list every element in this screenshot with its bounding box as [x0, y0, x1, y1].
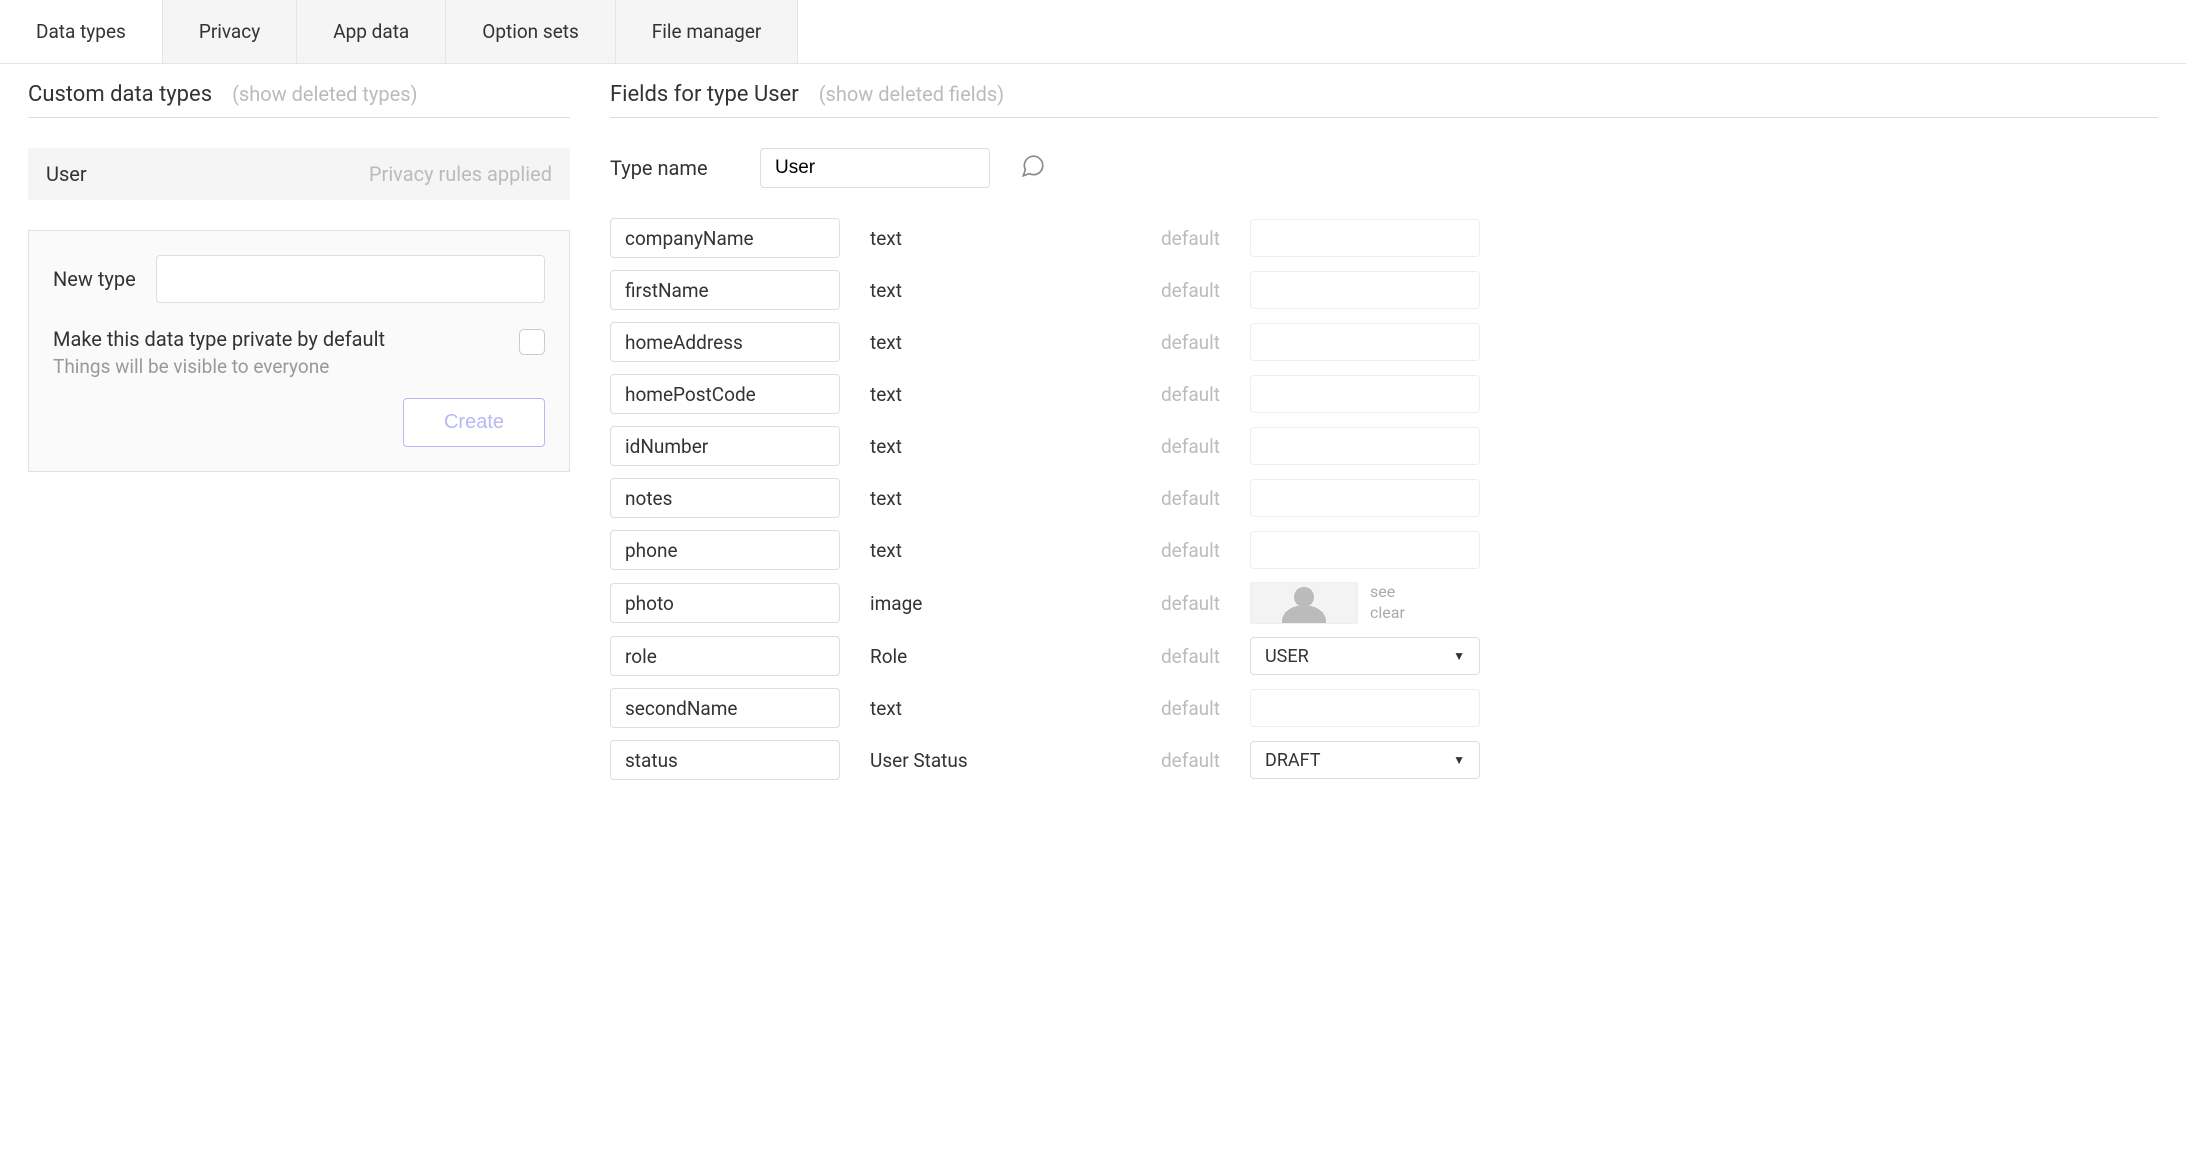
type-item-note: Privacy rules applied — [369, 162, 552, 186]
tab-file-manager[interactable]: File manager — [616, 0, 799, 63]
image-see-link[interactable]: see — [1370, 582, 1405, 603]
field-default-label: default — [1150, 227, 1220, 250]
field-row: role Role default USER ▼ — [610, 636, 2158, 676]
field-name-input[interactable]: idNumber — [610, 426, 840, 466]
field-type-label: text — [870, 435, 1120, 458]
new-type-input[interactable] — [156, 255, 545, 303]
fields-list: companyName text default firstName text defau… — [610, 218, 2158, 780]
custom-types-header: Custom data types (show deleted types) — [28, 82, 570, 118]
field-type-label: text — [870, 383, 1120, 406]
field-name-input[interactable]: companyName — [610, 218, 840, 258]
field-name-input[interactable]: firstName — [610, 270, 840, 310]
tab-option-sets[interactable]: Option sets — [446, 0, 616, 63]
image-clear-link[interactable]: clear — [1370, 603, 1405, 624]
field-type-label: text — [870, 227, 1120, 250]
field-row: homeAddress text default — [610, 322, 2158, 362]
field-row: phone text default — [610, 530, 2158, 570]
type-item-user[interactable]: User Privacy rules applied — [28, 148, 570, 200]
fields-panel: Fields for type User (show deleted field… — [610, 64, 2186, 792]
field-default-label: default — [1150, 383, 1220, 406]
field-default-label: default — [1150, 749, 1220, 772]
field-default-image: seeclear — [1250, 582, 1405, 624]
field-type-label: text — [870, 697, 1120, 720]
field-default-label: default — [1150, 279, 1220, 302]
field-name-input[interactable]: homeAddress — [610, 322, 840, 362]
private-checkbox[interactable] — [519, 329, 545, 355]
image-links: seeclear — [1370, 582, 1405, 624]
fields-title: Fields for type User — [610, 82, 799, 107]
field-name-input[interactable]: phone — [610, 530, 840, 570]
tab-data-types[interactable]: Data types — [0, 0, 163, 63]
tab-app-data[interactable]: App data — [297, 0, 446, 63]
field-type-label: Role — [870, 645, 1120, 668]
new-type-label: New type — [53, 267, 136, 291]
field-type-label: text — [870, 279, 1120, 302]
field-default-label: default — [1150, 697, 1220, 720]
field-default-input[interactable] — [1250, 219, 1480, 257]
field-name-input[interactable]: notes — [610, 478, 840, 518]
field-row: homePostCode text default — [610, 374, 2158, 414]
field-default-label: default — [1150, 331, 1220, 354]
private-text-block: Make this data type private by default T… — [53, 327, 385, 378]
tab-privacy[interactable]: Privacy — [163, 0, 297, 63]
private-label: Make this data type private by default — [53, 327, 385, 351]
field-row: firstName text default — [610, 270, 2158, 310]
field-type-label: text — [870, 331, 1120, 354]
field-name-input[interactable]: status — [610, 740, 840, 780]
field-name-input[interactable]: photo — [610, 583, 840, 623]
typename-label: Type name — [610, 156, 730, 180]
create-button[interactable]: Create — [403, 398, 545, 447]
field-default-input[interactable] — [1250, 375, 1480, 413]
field-name-input[interactable]: role — [610, 636, 840, 676]
typename-row: Type name — [610, 148, 2158, 188]
private-sublabel: Things will be visible to everyone — [53, 355, 385, 378]
field-default-label: default — [1150, 487, 1220, 510]
typename-input[interactable] — [760, 148, 990, 188]
field-default-input[interactable] — [1250, 427, 1480, 465]
field-default-input[interactable] — [1250, 479, 1480, 517]
field-row: status User Status default DRAFT ▼ — [610, 740, 2158, 780]
field-default-select[interactable]: DRAFT ▼ — [1250, 741, 1480, 779]
fields-header: Fields for type User (show deleted field… — [610, 82, 2158, 118]
field-row: notes text default — [610, 478, 2158, 518]
field-row: photo image default seeclear — [610, 582, 2158, 624]
field-row: secondName text default — [610, 688, 2158, 728]
field-type-label: image — [870, 592, 1120, 615]
field-name-input[interactable]: homePostCode — [610, 374, 840, 414]
content: Custom data types (show deleted types) U… — [0, 64, 2186, 792]
field-default-value: USER — [1265, 646, 1309, 667]
field-default-label: default — [1150, 592, 1220, 615]
image-thumbnail[interactable] — [1250, 582, 1358, 624]
new-type-box: New type Make this data type private by … — [28, 230, 570, 472]
type-item-name: User — [46, 162, 87, 186]
field-default-label: default — [1150, 645, 1220, 668]
chevron-down-icon: ▼ — [1453, 649, 1465, 663]
field-default-input[interactable] — [1250, 323, 1480, 361]
field-default-input[interactable] — [1250, 271, 1480, 309]
field-default-input[interactable] — [1250, 531, 1480, 569]
tabs-bar: Data typesPrivacyApp dataOption setsFile… — [0, 0, 2186, 64]
field-row: idNumber text default — [610, 426, 2158, 466]
field-default-label: default — [1150, 539, 1220, 562]
field-type-label: User Status — [870, 749, 1120, 772]
field-default-select[interactable]: USER ▼ — [1250, 637, 1480, 675]
field-name-input[interactable]: secondName — [610, 688, 840, 728]
show-deleted-fields-link[interactable]: (show deleted fields) — [819, 82, 1004, 106]
field-default-label: default — [1150, 435, 1220, 458]
chevron-down-icon: ▼ — [1453, 753, 1465, 767]
field-type-label: text — [870, 487, 1120, 510]
show-deleted-types-link[interactable]: (show deleted types) — [232, 82, 417, 106]
custom-types-panel: Custom data types (show deleted types) U… — [0, 64, 570, 792]
comment-icon[interactable] — [1020, 153, 1046, 184]
custom-types-title: Custom data types — [28, 82, 212, 107]
field-type-label: text — [870, 539, 1120, 562]
field-default-value: DRAFT — [1265, 750, 1321, 771]
field-row: companyName text default — [610, 218, 2158, 258]
field-default-input[interactable] — [1250, 689, 1480, 727]
